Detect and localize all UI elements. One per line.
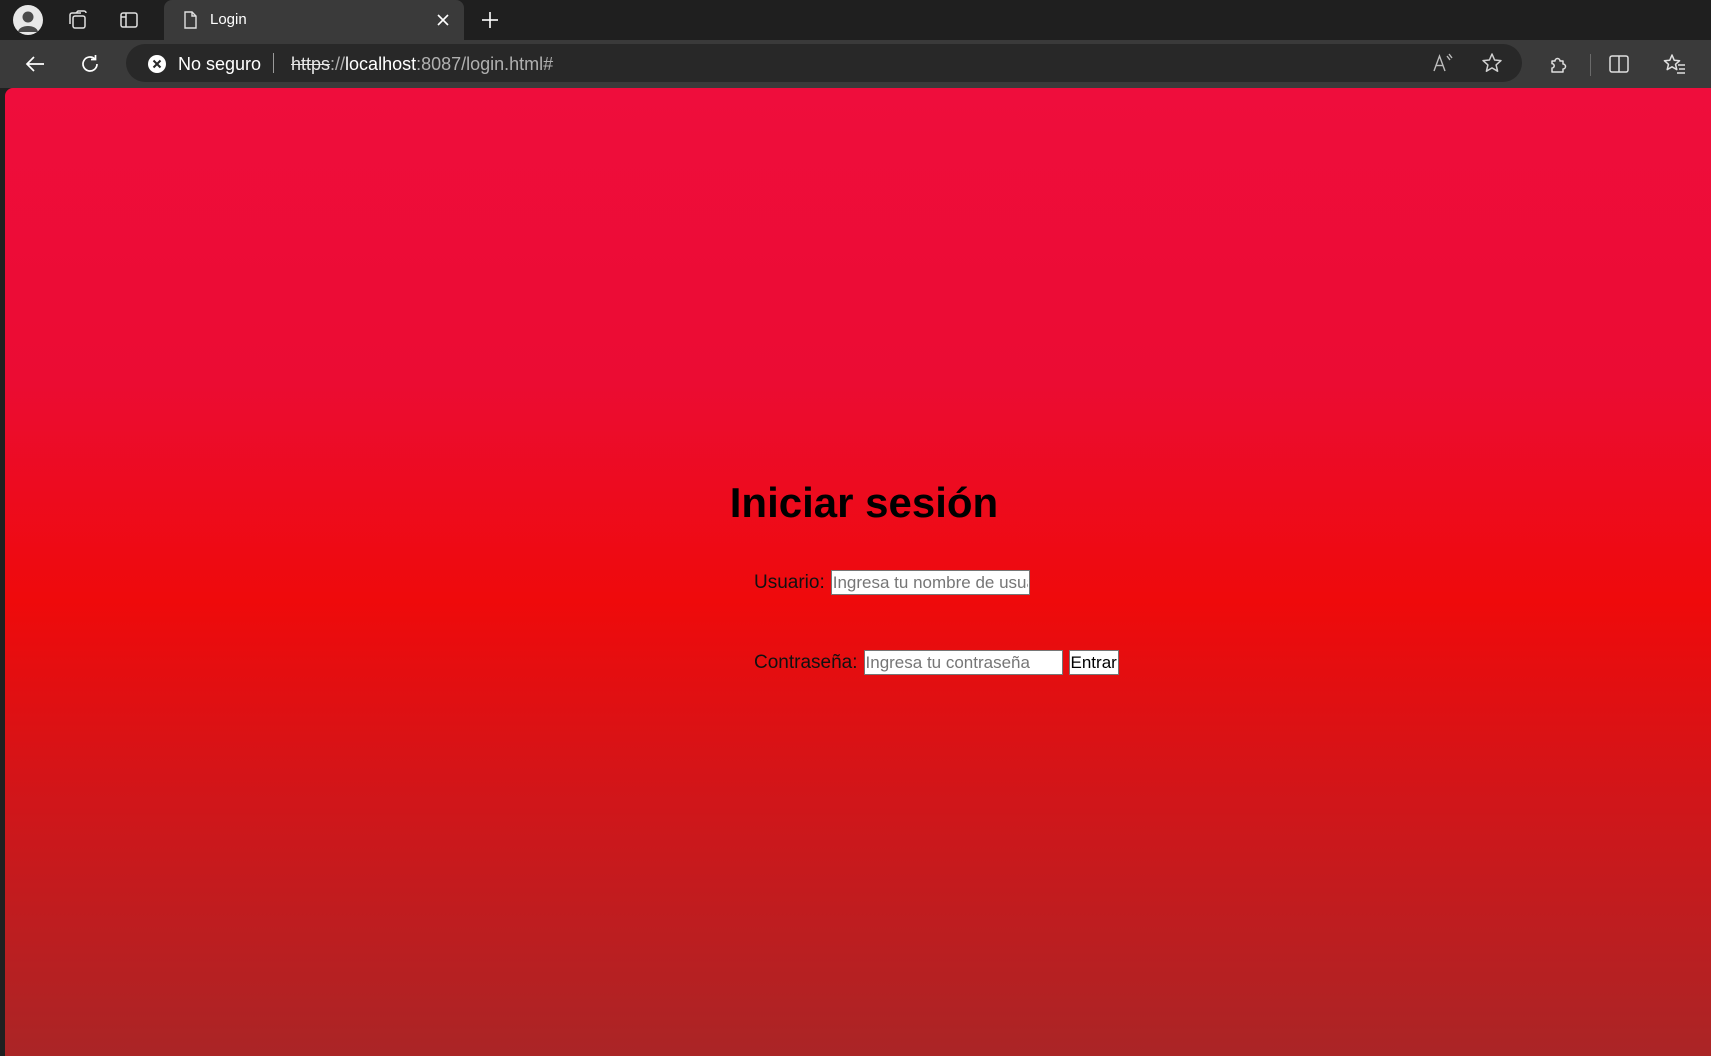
workspaces-button[interactable] xyxy=(61,4,93,36)
back-arrow-icon xyxy=(25,56,44,72)
browser-toolbar: No seguro https://localhost:8087/login.h… xyxy=(0,40,1711,88)
password-row: Contraseña: Entrar xyxy=(754,650,1119,675)
submit-button[interactable]: Entrar xyxy=(1068,650,1119,675)
tab-login[interactable]: Login xyxy=(164,0,464,40)
page-icon xyxy=(184,11,197,29)
split-screen-icon xyxy=(1609,55,1629,73)
star-icon xyxy=(1482,53,1502,72)
tab-close-button[interactable] xyxy=(431,8,455,32)
username-row: Usuario: xyxy=(754,570,1030,595)
profile-icon xyxy=(13,5,43,35)
back-button[interactable] xyxy=(18,48,52,80)
password-input[interactable] xyxy=(863,650,1063,675)
username-label: Usuario: xyxy=(754,571,825,593)
url-separator: :// xyxy=(330,54,346,74)
new-tab-button[interactable] xyxy=(474,4,506,36)
tab-strip: Login xyxy=(0,0,1711,40)
address-divider xyxy=(273,53,274,73)
browser-window: Login No seguro https://localhost:8087/l… xyxy=(0,0,1711,1056)
extensions-button[interactable] xyxy=(1542,48,1576,80)
toolbar-divider xyxy=(1590,54,1591,76)
url-scheme: https xyxy=(291,54,331,74)
profile-button[interactable] xyxy=(12,4,44,36)
read-aloud-button[interactable] xyxy=(1428,49,1458,77)
split-screen-button[interactable] xyxy=(1602,48,1636,80)
tab-actions-icon xyxy=(120,12,138,28)
close-icon xyxy=(437,14,449,26)
url-host: localhost xyxy=(345,54,417,74)
reload-icon xyxy=(82,55,98,72)
favorites-icon xyxy=(1663,54,1685,74)
not-secure-icon xyxy=(148,55,166,73)
tab-title: Login xyxy=(210,11,247,28)
add-favorite-button[interactable] xyxy=(1477,49,1507,77)
reload-button[interactable] xyxy=(73,48,107,80)
address-bar[interactable]: No seguro https://localhost:8087/login.h… xyxy=(126,44,1522,82)
username-input[interactable] xyxy=(830,570,1030,595)
url-text[interactable]: https://localhost:8087/login.html# xyxy=(291,54,553,75)
plus-icon xyxy=(482,12,498,28)
password-label: Contraseña: xyxy=(754,651,858,673)
workspaces-icon xyxy=(69,10,87,29)
page-title: Iniciar sesión xyxy=(729,479,999,526)
security-status[interactable]: No seguro xyxy=(178,54,261,75)
url-path: :8087/login.html# xyxy=(416,54,554,74)
extensions-icon xyxy=(1551,57,1567,73)
read-aloud-icon xyxy=(1433,53,1453,72)
tab-actions-button[interactable] xyxy=(113,4,145,36)
page-viewport: Iniciar sesión Usuario: Contraseña: Entr… xyxy=(5,88,1711,1056)
favorites-button[interactable] xyxy=(1658,48,1692,80)
